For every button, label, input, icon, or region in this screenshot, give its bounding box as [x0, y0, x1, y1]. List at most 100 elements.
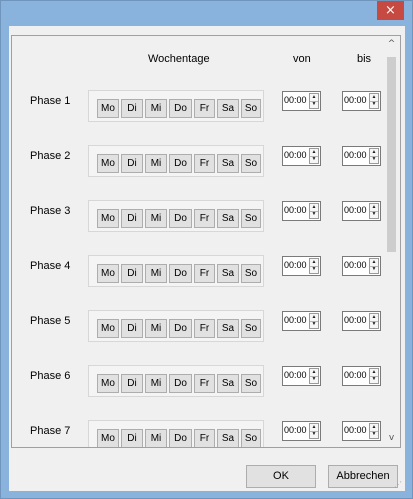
day-toggle-mo[interactable]: Mo [97, 374, 119, 393]
day-toggle-so[interactable]: So [241, 209, 261, 228]
day-toggle-sa[interactable]: Sa [217, 319, 239, 338]
day-toggle-sa[interactable]: Sa [217, 264, 239, 283]
day-toggle-mi[interactable]: Mi [145, 319, 167, 338]
spin-down-icon[interactable]: ▼ [370, 266, 378, 273]
spin-down-icon[interactable]: ▼ [310, 101, 318, 108]
day-toggle-sa[interactable]: Sa [217, 209, 239, 228]
day-toggle-do[interactable]: Do [169, 319, 192, 338]
spin-buttons[interactable]: ▲ ▼ [369, 148, 379, 164]
time-value: 00:00 [284, 370, 307, 380]
time-from-field[interactable]: 00:00 ▲ ▼ [282, 366, 321, 386]
spin-down-icon[interactable]: ▼ [310, 376, 318, 383]
spin-down-icon[interactable]: ▼ [310, 266, 318, 273]
scroll-up-arrow-icon[interactable]: ^ [383, 36, 400, 53]
time-from-field[interactable]: 00:00 ▲ ▼ [282, 91, 321, 111]
resize-grip-icon[interactable]: ⋰ [394, 480, 404, 490]
day-toggle-sa[interactable]: Sa [217, 154, 239, 173]
day-toggle-so[interactable]: So [241, 154, 261, 173]
spin-down-icon[interactable]: ▼ [370, 321, 378, 328]
day-toggle-di[interactable]: Di [121, 154, 143, 173]
day-toggle-do[interactable]: Do [169, 374, 192, 393]
time-to-field[interactable]: 00:00 ▲ ▼ [342, 366, 381, 386]
day-toggle-sa[interactable]: Sa [217, 429, 239, 447]
time-to-field[interactable]: 00:00 ▲ ▼ [342, 146, 381, 166]
spin-buttons[interactable]: ▲ ▼ [309, 368, 319, 384]
spin-down-icon[interactable]: ▼ [370, 376, 378, 383]
spin-down-icon[interactable]: ▼ [370, 211, 378, 218]
day-toggle-mi[interactable]: Mi [145, 374, 167, 393]
scroll-down-arrow-icon[interactable]: v [383, 430, 400, 447]
day-toggle-mo[interactable]: Mo [97, 209, 119, 228]
day-toggle-di[interactable]: Di [121, 99, 143, 118]
day-toggle-fr[interactable]: Fr [194, 154, 215, 173]
spin-buttons[interactable]: ▲ ▼ [369, 93, 379, 109]
day-toggle-do[interactable]: Do [169, 154, 192, 173]
ok-button[interactable]: OK [246, 465, 316, 488]
day-toggle-sa[interactable]: Sa [217, 99, 239, 118]
spin-buttons[interactable]: ▲ ▼ [309, 258, 319, 274]
time-to-field[interactable]: 00:00 ▲ ▼ [342, 201, 381, 221]
vertical-scrollbar[interactable]: ^ v [383, 36, 400, 447]
time-from-field[interactable]: 00:00 ▲ ▼ [282, 311, 321, 331]
spin-buttons[interactable]: ▲ ▼ [369, 423, 379, 439]
day-toggle-mi[interactable]: Mi [145, 429, 167, 447]
spin-buttons[interactable]: ▲ ▼ [309, 93, 319, 109]
time-to-field[interactable]: 00:00 ▲ ▼ [342, 256, 381, 276]
spin-buttons[interactable]: ▲ ▼ [309, 423, 319, 439]
day-toggle-so[interactable]: So [241, 319, 261, 338]
time-to-field[interactable]: 00:00 ▲ ▼ [342, 311, 381, 331]
spin-buttons[interactable]: ▲ ▼ [309, 203, 319, 219]
time-from-field[interactable]: 00:00 ▲ ▼ [282, 421, 321, 441]
day-toggle-di[interactable]: Di [121, 264, 143, 283]
day-toggle-mo[interactable]: Mo [97, 154, 119, 173]
cancel-button[interactable]: Abbrechen [328, 465, 398, 488]
spin-buttons[interactable]: ▲ ▼ [369, 258, 379, 274]
day-toggle-mi[interactable]: Mi [145, 264, 167, 283]
day-toggle-fr[interactable]: Fr [194, 374, 215, 393]
day-toggle-mo[interactable]: Mo [97, 264, 119, 283]
close-button[interactable]: × [377, 1, 404, 20]
spin-down-icon[interactable]: ▼ [370, 431, 378, 438]
day-toggle-fr[interactable]: Fr [194, 429, 215, 447]
spin-down-icon[interactable]: ▼ [310, 321, 318, 328]
day-toggle-fr[interactable]: Fr [194, 264, 215, 283]
day-toggle-so[interactable]: So [241, 429, 261, 447]
day-toggle-do[interactable]: Do [169, 429, 192, 447]
day-toggle-mi[interactable]: Mi [145, 209, 167, 228]
day-toggle-so[interactable]: So [241, 264, 261, 283]
day-toggle-sa[interactable]: Sa [217, 374, 239, 393]
day-toggle-mi[interactable]: Mi [145, 154, 167, 173]
day-toggle-mi[interactable]: Mi [145, 99, 167, 118]
time-to-field[interactable]: 00:00 ▲ ▼ [342, 91, 381, 111]
day-toggle-mo[interactable]: Mo [97, 319, 119, 338]
time-from-field[interactable]: 00:00 ▲ ▼ [282, 256, 321, 276]
spin-buttons[interactable]: ▲ ▼ [309, 313, 319, 329]
spin-down-icon[interactable]: ▼ [310, 156, 318, 163]
spin-buttons[interactable]: ▲ ▼ [369, 203, 379, 219]
day-toggle-so[interactable]: So [241, 99, 261, 118]
day-toggle-do[interactable]: Do [169, 99, 192, 118]
day-toggle-di[interactable]: Di [121, 429, 143, 447]
day-toggle-fr[interactable]: Fr [194, 209, 215, 228]
day-toggle-do[interactable]: Do [169, 264, 192, 283]
time-from-field[interactable]: 00:00 ▲ ▼ [282, 146, 321, 166]
spin-buttons[interactable]: ▲ ▼ [309, 148, 319, 164]
spin-buttons[interactable]: ▲ ▼ [369, 313, 379, 329]
day-toggle-fr[interactable]: Fr [194, 319, 215, 338]
day-toggle-mo[interactable]: Mo [97, 429, 119, 447]
scrollbar-thumb[interactable] [387, 57, 396, 252]
day-toggle-fr[interactable]: Fr [194, 99, 215, 118]
day-toggle-do[interactable]: Do [169, 209, 192, 228]
spin-down-icon[interactable]: ▼ [370, 156, 378, 163]
day-toggle-so[interactable]: So [241, 374, 261, 393]
time-from-field[interactable]: 00:00 ▲ ▼ [282, 201, 321, 221]
spin-down-icon[interactable]: ▼ [310, 211, 318, 218]
day-toggle-di[interactable]: Di [121, 319, 143, 338]
day-toggle-di[interactable]: Di [121, 374, 143, 393]
time-to-field[interactable]: 00:00 ▲ ▼ [342, 421, 381, 441]
spin-down-icon[interactable]: ▼ [370, 101, 378, 108]
spin-buttons[interactable]: ▲ ▼ [369, 368, 379, 384]
day-toggle-mo[interactable]: Mo [97, 99, 119, 118]
spin-down-icon[interactable]: ▼ [310, 431, 318, 438]
day-toggle-di[interactable]: Di [121, 209, 143, 228]
